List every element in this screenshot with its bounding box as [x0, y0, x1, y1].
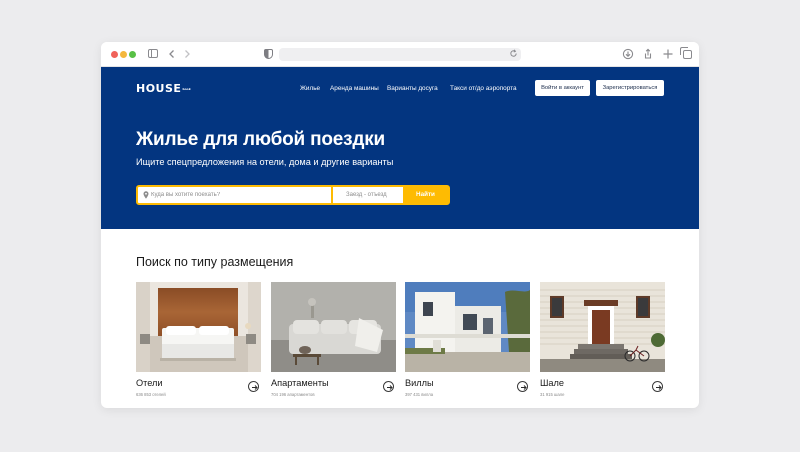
logo-text: HOUSE	[136, 82, 182, 95]
nav-link-airport-taxi[interactable]: Такси от/до аэропорта	[450, 85, 517, 92]
search-bar: Заезд - отъезд Найти	[136, 185, 450, 205]
arrow-right-button[interactable]	[652, 381, 663, 392]
arrow-right-icon	[386, 384, 393, 390]
card-title: Апартаменты	[271, 378, 329, 388]
property-card-chalets[interactable]: Шале 31 915 шале	[540, 282, 665, 402]
apartment-living-room-image	[271, 282, 396, 372]
download-icon[interactable]	[622, 48, 634, 60]
villa-exterior-image	[405, 282, 530, 372]
logo-subtext: book	[182, 86, 191, 91]
reload-icon[interactable]	[508, 49, 518, 59]
property-card-hotels[interactable]: Отели 636 853 отелей	[136, 282, 261, 402]
arrow-right-icon	[251, 384, 258, 390]
card-title: Отели	[136, 378, 163, 388]
sidebar-icon[interactable]	[147, 48, 159, 60]
card-title: Виллы	[405, 378, 434, 388]
section-title: Поиск по типу размещения	[136, 255, 294, 269]
card-count: 397 431 вилла	[405, 392, 434, 397]
card-count: 31 915 шале	[540, 392, 565, 397]
arrow-right-button[interactable]	[383, 381, 394, 392]
location-pin-icon	[143, 191, 149, 199]
close-window-button[interactable]	[111, 51, 118, 58]
hero-section: HOUSEbook Жилье Аренда машины Варианты д…	[101, 67, 699, 229]
destination-input[interactable]	[151, 187, 327, 203]
new-tab-plus-icon[interactable]	[662, 48, 674, 60]
maximize-window-button[interactable]	[129, 51, 136, 58]
hero-title: Жилье для любой поездки	[136, 129, 386, 150]
card-count: 636 853 отелей	[136, 392, 166, 397]
share-icon[interactable]	[642, 48, 654, 60]
shield-icon[interactable]	[262, 48, 274, 60]
arrow-right-icon	[655, 384, 662, 390]
card-title: Шале	[540, 378, 565, 388]
browser-window: HOUSEbook Жилье Аренда машины Варианты д…	[101, 42, 699, 408]
arrow-right-button[interactable]	[517, 381, 528, 392]
back-icon[interactable]	[166, 48, 178, 60]
property-card-villas[interactable]: Виллы 397 431 вилла	[405, 282, 530, 402]
address-bar[interactable]	[279, 48, 521, 61]
search-button[interactable]: Найти	[403, 187, 448, 203]
login-button[interactable]: Войти в аккаунт	[535, 80, 590, 96]
card-count: 704 196 апартаментов	[271, 392, 315, 397]
logo[interactable]: HOUSEbook	[136, 82, 191, 95]
tabs-overview-icon[interactable]	[679, 47, 693, 60]
hotel-room-image	[136, 282, 261, 372]
arrow-right-button[interactable]	[248, 381, 259, 392]
chalet-exterior-image	[540, 282, 665, 372]
hero-subtitle: Ищите спецпредложения на отели, дома и д…	[136, 157, 394, 167]
nav-link-housing[interactable]: Жилье	[300, 85, 320, 92]
dates-field[interactable]: Заезд - отъезд	[333, 187, 403, 203]
arrow-right-icon	[520, 384, 527, 390]
nav-link-leisure[interactable]: Варианты досуга	[387, 85, 438, 92]
browser-toolbar	[101, 42, 699, 67]
minimize-window-button[interactable]	[120, 51, 127, 58]
register-button[interactable]: Зарегистрироваться	[596, 80, 664, 96]
destination-field[interactable]	[138, 187, 331, 203]
nav-link-car-rental[interactable]: Аренда машины	[330, 85, 379, 92]
property-card-apartments[interactable]: Апартаменты 704 196 апартаментов	[271, 282, 396, 402]
forward-icon[interactable]	[181, 48, 193, 60]
